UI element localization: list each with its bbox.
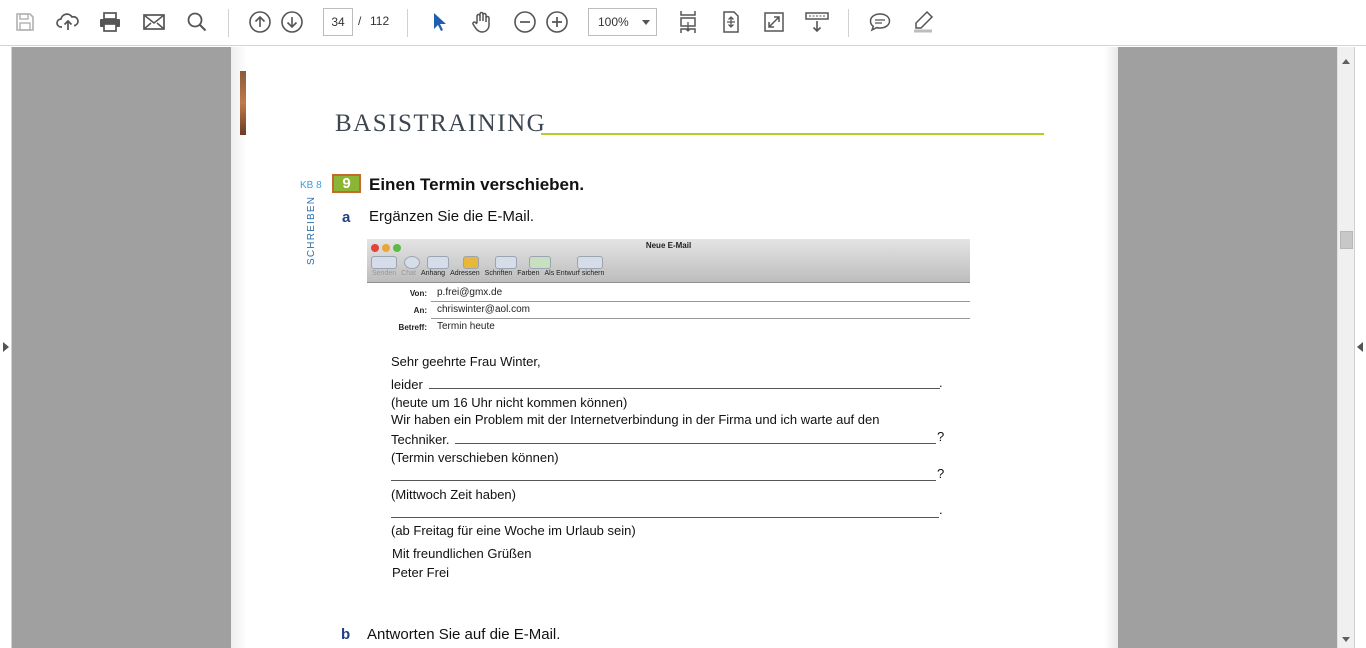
scrollbar-thumb[interactable]: [1340, 231, 1353, 249]
page-number-input[interactable]: 34: [323, 8, 353, 36]
page-edge-strip: [240, 71, 246, 135]
part-a-label: a: [342, 209, 351, 226]
section-title: BASISTRAINING: [335, 110, 547, 137]
mail-toolbar: Neue E-Mail Senden Chat Anhang Adressen Schr…: [367, 239, 970, 283]
page-separator: /: [358, 14, 362, 28]
mail-greeting: Sehr geehrte Frau Winter,: [391, 354, 541, 369]
field-divider: [431, 301, 970, 302]
exercise-ref: KB 8: [300, 180, 322, 191]
mail-hint-3: (Mittwoch Zeit haben): [391, 487, 516, 502]
fonts-icon: [495, 256, 517, 269]
colors-icon: [529, 256, 551, 269]
left-panel-toggle[interactable]: [0, 47, 12, 648]
page-edge-shadow: [1104, 47, 1118, 648]
mail-sentence-2b: Techniker.: [391, 432, 450, 447]
page-total: 112: [370, 14, 390, 28]
from-label: Von:: [409, 289, 427, 298]
part-b-label: b: [341, 626, 351, 643]
mail-hint-2: (Termin verschieben können): [391, 450, 559, 465]
zoom-value: 100%: [598, 15, 629, 29]
chat-icon: [404, 256, 420, 269]
fit-page-icon[interactable]: [716, 7, 746, 37]
comment-icon[interactable]: [865, 7, 895, 37]
toolbar-divider: [407, 9, 408, 37]
attachment-icon: [427, 256, 449, 269]
toolbar-divider: [228, 9, 229, 37]
fill-in-line: [429, 388, 940, 389]
draft-icon: [577, 256, 603, 269]
zoom-in-icon[interactable]: [542, 7, 572, 37]
to-value: chriswinter@aol.com: [437, 304, 530, 315]
mail-toolbar-labels: Senden Chat Anhang Adressen Schriften Farben A…: [372, 270, 605, 277]
subject-value: Termin heute: [437, 321, 495, 332]
mail-title: Neue E-Mail: [645, 241, 692, 250]
mail-hint-4: (ab Freitag für eine Woche im Urlaub sei…: [391, 523, 636, 538]
address-book-icon: [463, 256, 479, 269]
zoom-out-icon[interactable]: [510, 7, 540, 37]
fill-in-line: [391, 480, 936, 481]
highlight-icon[interactable]: [908, 7, 938, 37]
scroll-mode-icon[interactable]: [673, 7, 703, 37]
mail-hint-1: (heute um 16 Uhr nicht kommen können): [391, 395, 628, 410]
toolbar-divider: [848, 9, 849, 37]
part-a-heading: Ergänzen Sie die E-Mail.: [369, 208, 535, 225]
save-icon[interactable]: [10, 7, 40, 37]
subject-label: Betreff:: [398, 323, 427, 332]
title-underline: [541, 133, 1044, 135]
line-end-punctuation: .: [939, 375, 943, 390]
upload-icon[interactable]: [53, 7, 83, 37]
mail-line-1: leider: [391, 377, 423, 392]
line-end-punctuation: .: [939, 502, 943, 517]
fill-in-line: [455, 443, 936, 444]
mail-sentence-2a: Wir haben ein Problem mit der Internetve…: [391, 412, 880, 427]
toolbar: 34 / 112 100%: [0, 0, 1366, 46]
fullscreen-icon[interactable]: [759, 7, 789, 37]
print-icon[interactable]: [95, 7, 125, 37]
next-page-icon[interactable]: [277, 7, 307, 37]
expand-left-icon: [1357, 342, 1363, 352]
search-icon[interactable]: [182, 7, 212, 37]
mail-signature: Peter Frei: [392, 565, 450, 580]
right-panel-toggle[interactable]: [1354, 47, 1366, 648]
read-aloud-icon[interactable]: [802, 7, 832, 37]
line-end-punctuation: ?: [937, 429, 945, 444]
fill-in-line: [391, 517, 939, 518]
send-icon: [371, 256, 397, 269]
scroll-down-icon[interactable]: [1342, 637, 1350, 642]
to-label: An:: [413, 306, 427, 315]
vertical-scrollbar[interactable]: [1337, 47, 1354, 648]
exercise-heading: Einen Termin verschieben.: [369, 175, 585, 194]
side-label: SCHREIBEN: [306, 195, 317, 265]
field-divider: [431, 318, 970, 319]
from-value: p.frei@gmx.de: [437, 287, 503, 298]
page-edge-shadow: [231, 47, 247, 648]
mail-window-image: Neue E-Mail Senden Chat Anhang Adressen Schr…: [367, 239, 970, 335]
zoom-select[interactable]: 100%: [588, 8, 657, 36]
exercise-number: 9: [332, 174, 361, 193]
scroll-up-icon[interactable]: [1342, 59, 1350, 64]
expand-right-icon: [3, 342, 9, 352]
line-end-punctuation: ?: [937, 466, 945, 481]
select-cursor-icon[interactable]: [424, 7, 454, 37]
mail-closing: Mit freundlichen Grüßen: [392, 546, 532, 561]
pdf-page: BASISTRAINING KB 8 9 Einen Termin versch…: [231, 47, 1118, 648]
hand-pan-icon[interactable]: [467, 7, 497, 37]
part-b-heading: Antworten Sie auf die E-Mail.: [367, 626, 561, 643]
chevron-down-icon: [642, 20, 650, 25]
previous-page-icon[interactable]: [245, 7, 275, 37]
email-icon[interactable]: [139, 7, 169, 37]
